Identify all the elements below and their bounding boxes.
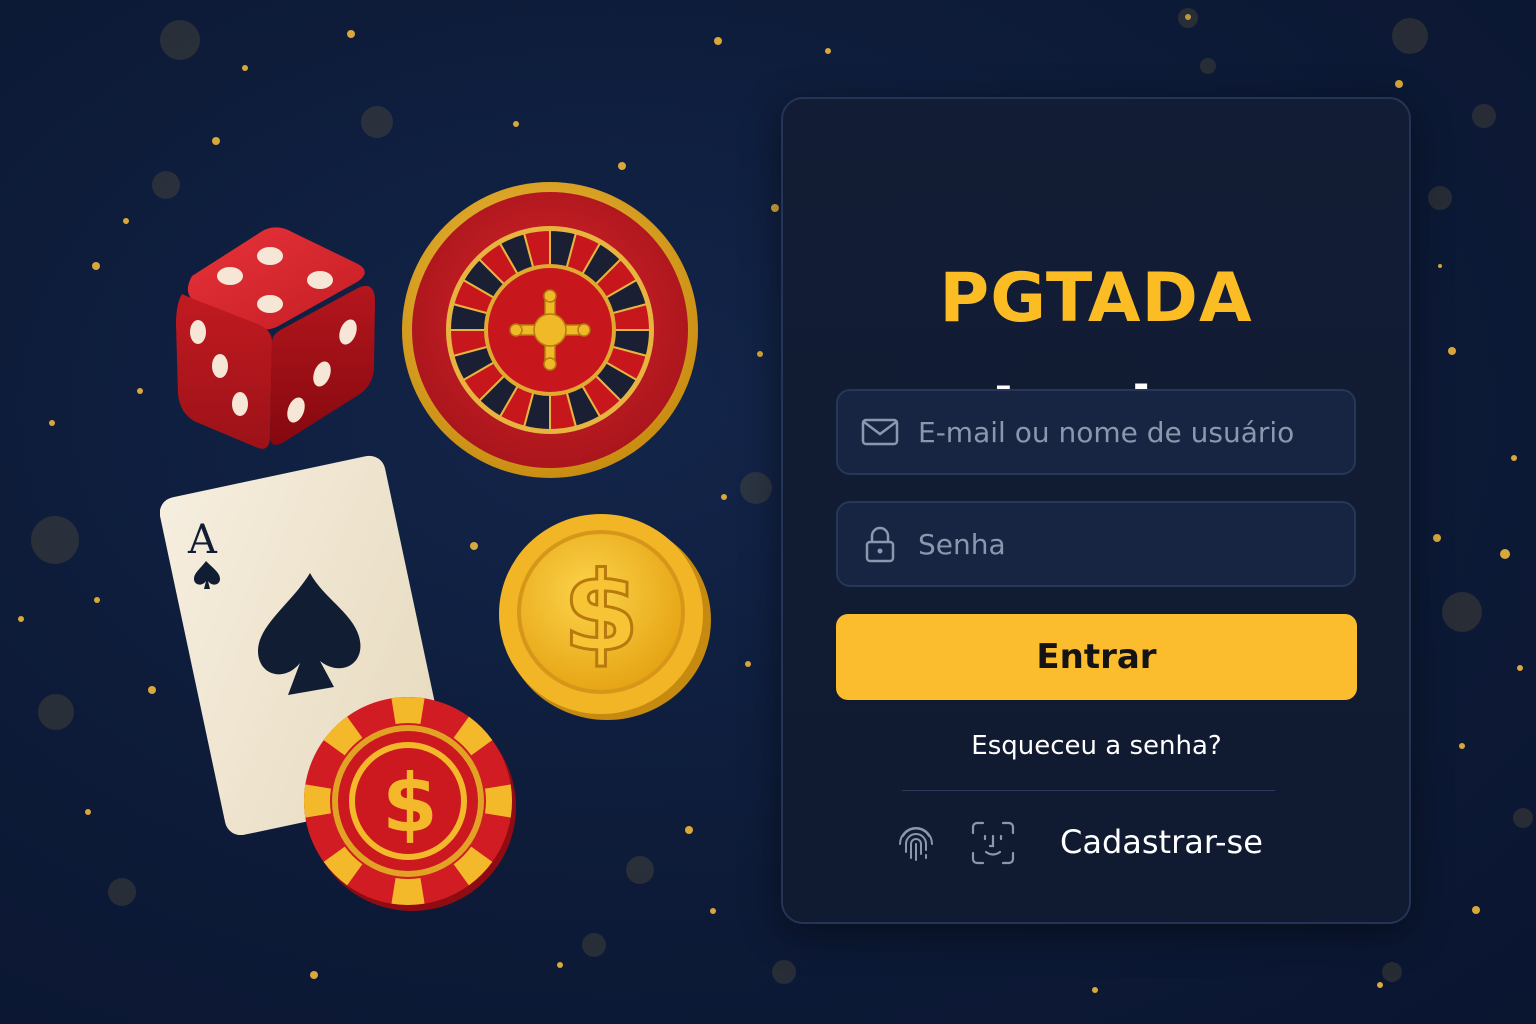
chip-stripe xyxy=(391,878,425,905)
email-field[interactable] xyxy=(836,389,1356,475)
login-button[interactable]: Entrar xyxy=(836,614,1357,700)
roulette-wheel-icon xyxy=(402,182,698,478)
casino-illustration: A $ $ xyxy=(0,0,780,1024)
gold-dollar-coin: $ xyxy=(499,514,711,720)
password-field[interactable] xyxy=(836,501,1356,587)
signup-link[interactable]: Cadastrar-se xyxy=(1060,820,1263,864)
brand-logo: PGTADA xyxy=(939,259,1253,338)
chip-dollar-symbol: $ xyxy=(382,757,438,850)
chip-stripe xyxy=(304,784,331,818)
divider xyxy=(902,790,1275,791)
forgot-password-link[interactable]: Esqueceu a senha? xyxy=(836,728,1357,764)
password-input[interactable] xyxy=(918,514,1354,574)
card-rank: A xyxy=(187,517,218,563)
face-id-icon[interactable] xyxy=(968,818,1018,868)
casino-chip: $ xyxy=(304,697,516,911)
envelope-icon xyxy=(860,412,900,452)
email-input[interactable] xyxy=(918,402,1354,462)
chip-stripe xyxy=(485,784,512,818)
chip-stripe xyxy=(391,697,425,724)
dice-icon xyxy=(176,227,375,449)
coin-dollar-symbol: $ xyxy=(563,548,640,676)
lock-icon xyxy=(860,524,900,564)
fingerprint-icon[interactable] xyxy=(891,818,941,868)
